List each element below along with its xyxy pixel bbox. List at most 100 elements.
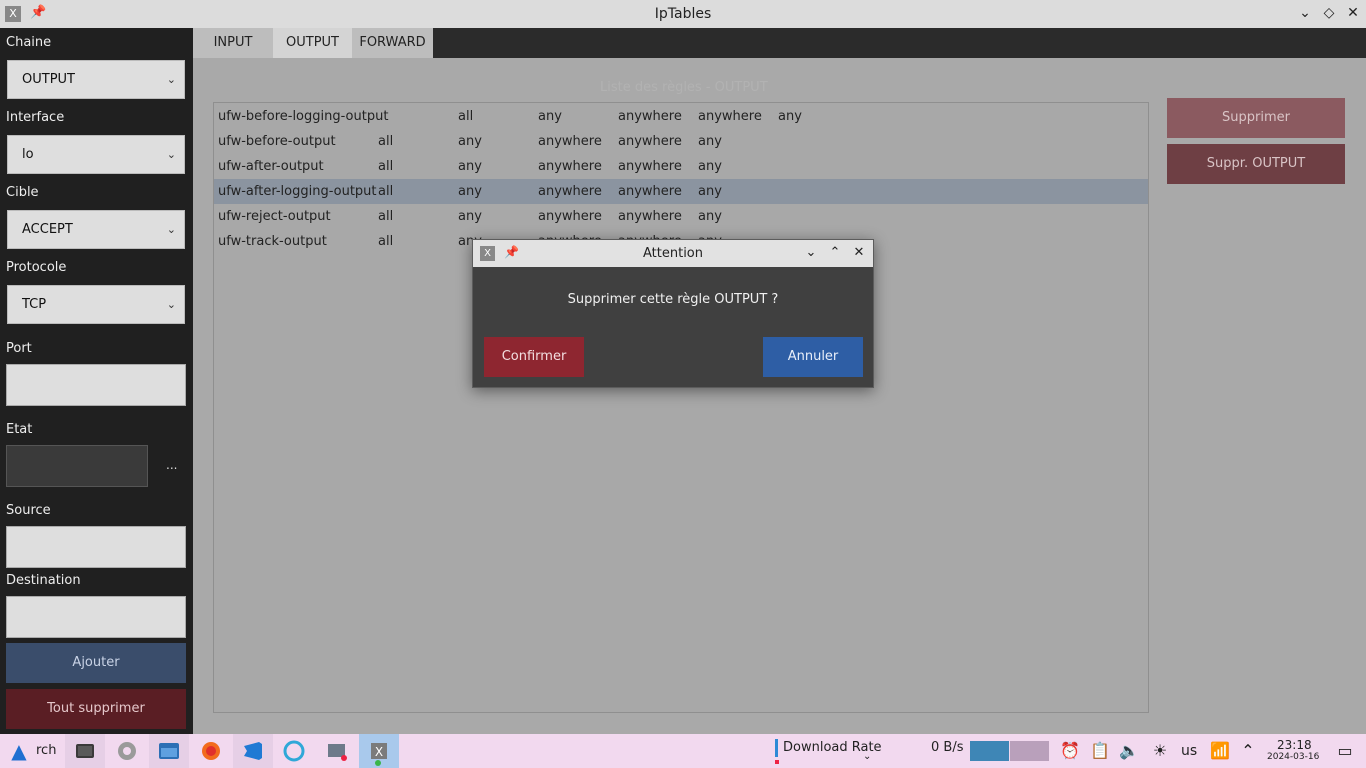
table-cell: any — [458, 134, 482, 149]
terminal-app-icon[interactable] — [65, 734, 105, 768]
confirm-dialog: X 📌 Attention ⌄ ⌃ ✕ Supprimer cette règl… — [472, 239, 874, 388]
tray-expand-icon[interactable]: ⌃ — [1233, 738, 1263, 764]
protocole-select[interactable]: TCP ⌄ — [7, 285, 185, 324]
screenshot-app-icon[interactable] — [317, 734, 357, 768]
cible-select[interactable]: ACCEPT ⌄ — [7, 210, 185, 249]
network-graph-bar — [970, 741, 1009, 761]
tab-input[interactable]: INPUT — [193, 28, 273, 58]
clear-all-button[interactable]: Tout supprimer — [6, 689, 186, 729]
window-title: IpTables — [654, 6, 712, 22]
tab-output[interactable]: OUTPUT — [273, 28, 352, 58]
source-label: Source — [6, 503, 51, 518]
chain-tabs: INPUT OUTPUT FORWARD — [193, 28, 1366, 58]
close-icon[interactable]: ✕ — [1345, 5, 1361, 21]
chevron-down-icon[interactable]: ⌄ — [863, 751, 871, 762]
vscode-app-icon[interactable] — [233, 734, 273, 768]
table-cell: anywhere — [538, 184, 602, 199]
clipboard-icon[interactable]: 📋 — [1085, 738, 1115, 764]
table-row[interactable]: ufw-before-logging-output all any anywhe… — [214, 104, 1148, 129]
destination-input[interactable] — [6, 596, 186, 638]
cible-label: Cible — [6, 185, 39, 200]
settings-app-icon[interactable] — [107, 734, 147, 768]
maximize-icon[interactable]: ◇ — [1321, 5, 1337, 21]
rules-title: Liste des règles - OUTPUT — [600, 80, 768, 95]
brightness-icon[interactable]: ☀ — [1145, 738, 1175, 764]
table-cell: ufw-track-output — [218, 234, 327, 249]
port-input[interactable] — [6, 364, 186, 406]
table-cell: all — [378, 159, 394, 174]
window-titlebar: X 📌 IpTables ⌄ ◇ ✕ — [0, 0, 1366, 28]
chaine-select[interactable]: OUTPUT ⌄ — [7, 60, 185, 99]
show-desktop-icon[interactable]: ▭ — [1330, 738, 1360, 764]
volume-icon[interactable]: 🔈 — [1114, 738, 1144, 764]
minimize-icon[interactable]: ⌄ — [804, 245, 818, 260]
tab-forward[interactable]: FORWARD — [352, 28, 433, 58]
table-cell: any — [698, 159, 722, 174]
chevron-down-icon: ⌄ — [166, 298, 176, 311]
dialog-message: Supprimer cette règle OUTPUT ? — [567, 292, 779, 307]
notifications-icon[interactable]: ⏰ — [1055, 738, 1085, 764]
interface-select[interactable]: lo ⌄ — [7, 135, 185, 174]
table-cell: any — [538, 109, 562, 124]
firefox-app-icon[interactable] — [191, 734, 231, 768]
table-cell: all — [458, 109, 474, 124]
file-manager-app-icon[interactable] — [149, 734, 189, 768]
chaine-value: OUTPUT — [22, 72, 75, 87]
cpu-graph-bar — [1010, 741, 1049, 761]
table-cell: anywhere — [618, 184, 682, 199]
table-cell: all — [378, 234, 394, 249]
clock-date[interactable]: 2024-03-16 — [1267, 752, 1319, 762]
etat-input[interactable] — [6, 445, 148, 487]
keyboard-layout[interactable]: us — [1181, 743, 1197, 759]
table-cell: any — [458, 209, 482, 224]
table-row[interactable]: ufw-reject-output all any anywhere anywh… — [214, 204, 1148, 229]
table-cell: any — [698, 134, 722, 149]
table-row[interactable]: ufw-after-output all any anywhere anywhe… — [214, 154, 1148, 179]
svg-text:X: X — [375, 745, 383, 759]
rules-table[interactable]: ufw-before-logging-output all any anywhe… — [213, 102, 1149, 713]
table-cell: anywhere — [698, 109, 762, 124]
source-input[interactable] — [6, 526, 186, 568]
add-button[interactable]: Ajouter — [6, 643, 186, 683]
download-alert-dot — [775, 760, 779, 764]
launcher-label[interactable]: rch — [36, 743, 56, 758]
minimize-icon[interactable]: ⌄ — [1297, 5, 1313, 21]
protocole-value: TCP — [22, 297, 47, 312]
protocole-label: Protocole — [6, 260, 67, 275]
taskbar: ▲ rch X Download Rate ⌄ 0 B/s ⏰ 📋 🔈 ☀ us… — [0, 734, 1366, 768]
iptables-app-icon[interactable]: X — [359, 734, 399, 768]
chevron-down-icon: ⌄ — [166, 148, 176, 161]
table-cell: ufw-after-logging-output — [218, 184, 377, 199]
maximize-icon[interactable]: ⌃ — [828, 245, 842, 260]
chaine-label: Chaine — [6, 35, 52, 50]
table-cell: anywhere — [538, 159, 602, 174]
browser-app-icon[interactable] — [275, 734, 315, 768]
delete-output-button[interactable]: Suppr. OUTPUT — [1167, 144, 1345, 184]
arch-launcher-icon[interactable]: ▲ — [4, 738, 34, 764]
table-cell: any — [698, 184, 722, 199]
table-cell: all — [378, 134, 394, 149]
table-cell: any — [698, 209, 722, 224]
table-cell: ufw-after-output — [218, 159, 324, 174]
table-cell: anywhere — [618, 134, 682, 149]
interface-label: Interface — [6, 110, 65, 125]
table-cell: any — [458, 159, 482, 174]
cible-value: ACCEPT — [22, 222, 73, 237]
table-row[interactable]: ufw-before-output all any anywhere anywh… — [214, 129, 1148, 154]
clock-time[interactable]: 23:18 — [1277, 738, 1312, 752]
table-cell: any — [458, 184, 482, 199]
etat-more-button[interactable]: ... — [166, 458, 177, 472]
table-cell: anywhere — [618, 209, 682, 224]
table-cell: any — [778, 109, 802, 124]
chevron-down-icon: ⌄ — [166, 223, 176, 236]
close-icon[interactable]: ✕ — [852, 245, 866, 260]
cancel-button[interactable]: Annuler — [763, 337, 863, 377]
table-cell: all — [378, 184, 394, 199]
port-label: Port — [6, 341, 32, 356]
confirm-button[interactable]: Confirmer — [484, 337, 584, 377]
wifi-icon[interactable]: 📶 — [1205, 738, 1235, 764]
dialog-titlebar: X 📌 Attention ⌄ ⌃ ✕ — [473, 240, 873, 267]
interface-value: lo — [22, 147, 34, 162]
delete-button[interactable]: Supprimer — [1167, 98, 1345, 138]
table-row-selected[interactable]: ufw-after-logging-output all any anywher… — [214, 179, 1148, 204]
